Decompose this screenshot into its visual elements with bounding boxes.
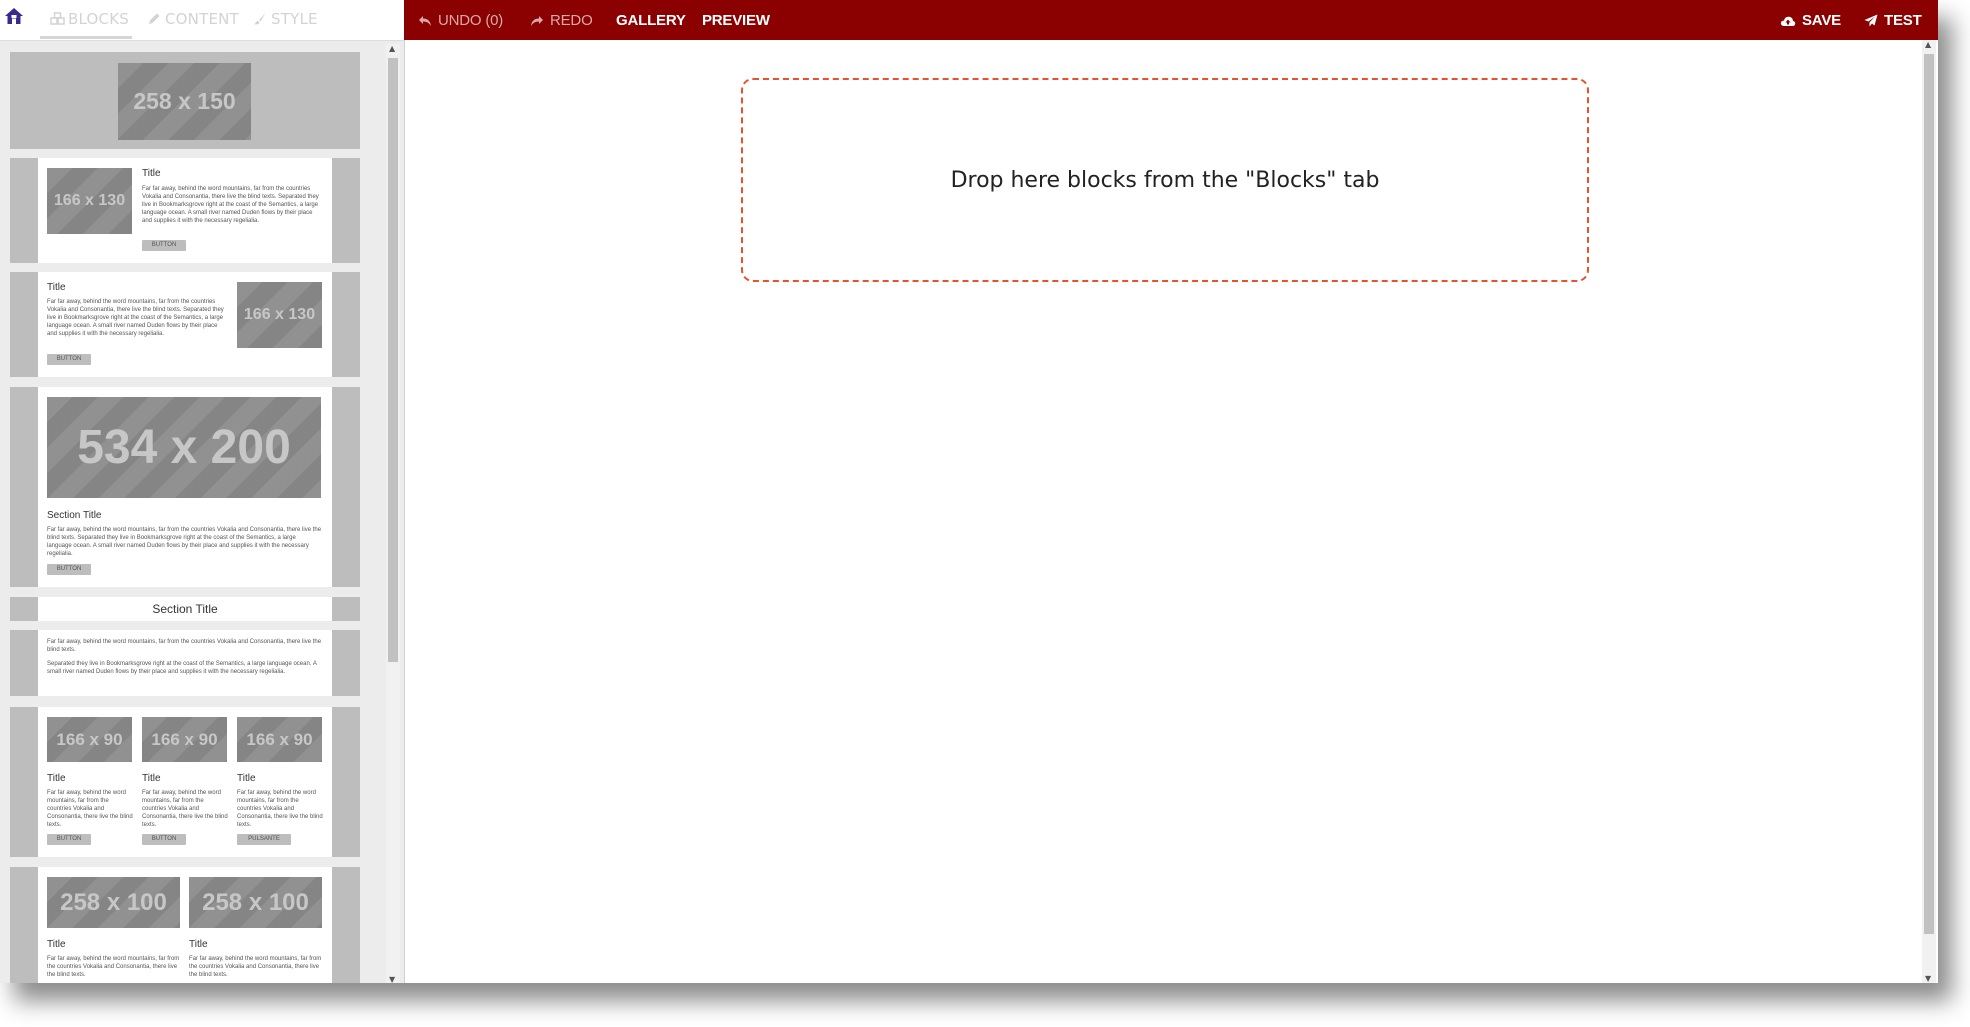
- image-placeholder: 258 x 100: [47, 877, 180, 928]
- redo-button[interactable]: REDO: [530, 12, 593, 31]
- block-text: Far far away, behind the word mountains,…: [142, 790, 228, 828]
- block-inner: 258 x 100 Title Far far away, behind the…: [38, 867, 332, 983]
- redo-label: REDO: [550, 12, 593, 29]
- tab-content[interactable]: CONTENT: [147, 10, 239, 28]
- tab-content-label: CONTENT: [165, 10, 239, 28]
- undo-icon: [418, 14, 432, 31]
- block-item[interactable]: 166 x 130 Title Far far away, behind the…: [10, 158, 360, 263]
- block-item[interactable]: 258 x 150: [10, 52, 360, 149]
- block-text: Far far away, behind the word mountains,…: [47, 527, 322, 557]
- blocks-list: 258 x 150 166 x 130 Title Far far away, …: [10, 52, 360, 983]
- sidebar-scrollbar-thumb[interactable]: [388, 58, 398, 662]
- editor-window: BLOCKS CONTENT STYLE 258 x 150 166 x 130…: [0, 0, 1938, 983]
- block-title: Title: [47, 773, 66, 784]
- test-label: TEST: [1884, 12, 1922, 29]
- cloud-upload-icon: [1780, 14, 1796, 31]
- brush-icon: [253, 12, 268, 26]
- block-item[interactable]: 258 x 100 Title Far far away, behind the…: [10, 867, 360, 983]
- preview-button[interactable]: PREVIEW: [702, 12, 770, 29]
- image-placeholder: 258 x 150: [118, 63, 251, 140]
- tab-style[interactable]: STYLE: [253, 10, 318, 28]
- save-label: SAVE: [1802, 12, 1841, 29]
- block-title: Title: [47, 282, 66, 293]
- gallery-button[interactable]: GALLERY: [616, 12, 686, 29]
- block-inner: Section Title: [38, 597, 332, 621]
- blocks-icon: [50, 12, 65, 26]
- undo-button[interactable]: UNDO (0): [418, 12, 503, 31]
- scroll-down-arrow-icon[interactable]: ▼: [1925, 974, 1931, 983]
- block-text: Far far away, behind the word mountains,…: [47, 639, 322, 653]
- image-placeholder: 534 x 200: [47, 397, 321, 498]
- block-text: Far far away, behind the word mountains,…: [189, 956, 322, 978]
- block-item[interactable]: 534 x 200 Section Title Far far away, be…: [10, 387, 360, 587]
- block-text: Far far away, behind the word mountains,…: [47, 790, 133, 828]
- block-inner: 534 x 200 Section Title Far far away, be…: [38, 387, 332, 587]
- canvas-scrollbar-thumb[interactable]: [1924, 54, 1934, 934]
- canvas-scrollbar[interactable]: ▲ ▼: [1922, 40, 1936, 983]
- block-item[interactable]: Far far away, behind the word mountains,…: [10, 630, 360, 696]
- test-button[interactable]: TEST: [1864, 12, 1922, 31]
- image-placeholder: 166 x 130: [237, 282, 322, 348]
- block-button: BUTTON: [47, 354, 91, 365]
- block-title: Title: [47, 939, 66, 950]
- block-title: Title: [142, 773, 161, 784]
- save-button[interactable]: SAVE: [1780, 12, 1841, 31]
- block-title: Title: [142, 168, 161, 179]
- image-placeholder: 258 x 100: [189, 877, 322, 928]
- block-inner: Title Far far away, behind the word moun…: [38, 272, 332, 377]
- scroll-up-arrow-icon[interactable]: ▲: [389, 44, 395, 53]
- block-item[interactable]: Title Far far away, behind the word moun…: [10, 272, 360, 377]
- block-title: Section Title: [47, 510, 102, 521]
- block-button: PULSANTE: [237, 834, 291, 845]
- paper-plane-icon: [1864, 14, 1878, 31]
- block-title: Title: [189, 939, 208, 950]
- scroll-up-arrow-icon[interactable]: ▲: [1925, 40, 1931, 49]
- undo-label: UNDO (0): [438, 12, 504, 29]
- sidebar: BLOCKS CONTENT STYLE 258 x 150 166 x 130…: [0, 0, 404, 983]
- block-text: Far far away, behind the word mountains,…: [142, 186, 319, 224]
- block-button: BUTTON: [47, 564, 91, 575]
- sidebar-scrollbar[interactable]: ▲ ▼: [386, 44, 400, 983]
- block-text: Far far away, behind the word mountains,…: [47, 956, 180, 978]
- block-inner: 166 x 90 Title Far far away, behind the …: [38, 707, 332, 857]
- block-item[interactable]: Section Title: [10, 597, 360, 621]
- scroll-down-arrow-icon[interactable]: ▼: [389, 975, 395, 983]
- image-placeholder: 166 x 90: [142, 717, 227, 762]
- block-inner: Far far away, behind the word mountains,…: [38, 630, 332, 696]
- email-canvas: Drop here blocks from the "Blocks" tab: [404, 40, 1938, 983]
- tab-blocks[interactable]: BLOCKS: [50, 10, 129, 28]
- toolbar: UNDO (0) REDO GALLERY PREVIEW SAVE TEST: [404, 0, 1938, 40]
- redo-icon: [530, 14, 544, 31]
- block-button: BUTTON: [142, 240, 186, 251]
- block-text: Separated they live in Bookmarksgrove ri…: [47, 661, 317, 675]
- drop-zone[interactable]: Drop here blocks from the "Blocks" tab: [741, 78, 1589, 282]
- home-icon[interactable]: [4, 6, 24, 28]
- block-text: Far far away, behind the word mountains,…: [237, 790, 323, 828]
- block-button: BUTTON: [142, 834, 186, 845]
- block-title: Section Title: [152, 602, 218, 616]
- sidebar-tabs: BLOCKS CONTENT STYLE: [0, 0, 404, 41]
- pencil-icon: [147, 12, 162, 26]
- block-inner: 166 x 130 Title Far far away, behind the…: [38, 158, 332, 263]
- block-button: BUTTON: [47, 834, 91, 845]
- tab-blocks-label: BLOCKS: [68, 10, 129, 28]
- image-placeholder: 166 x 130: [47, 168, 132, 234]
- block-title: Title: [237, 773, 256, 784]
- block-item[interactable]: 166 x 90 Title Far far away, behind the …: [10, 707, 360, 857]
- image-placeholder: 166 x 90: [47, 717, 132, 762]
- block-text: Far far away, behind the word mountains,…: [47, 299, 224, 337]
- image-placeholder: 166 x 90: [237, 717, 322, 762]
- active-tab-indicator: [40, 36, 132, 39]
- tab-style-label: STYLE: [271, 10, 318, 28]
- drop-zone-text: Drop here blocks from the "Blocks" tab: [950, 167, 1380, 193]
